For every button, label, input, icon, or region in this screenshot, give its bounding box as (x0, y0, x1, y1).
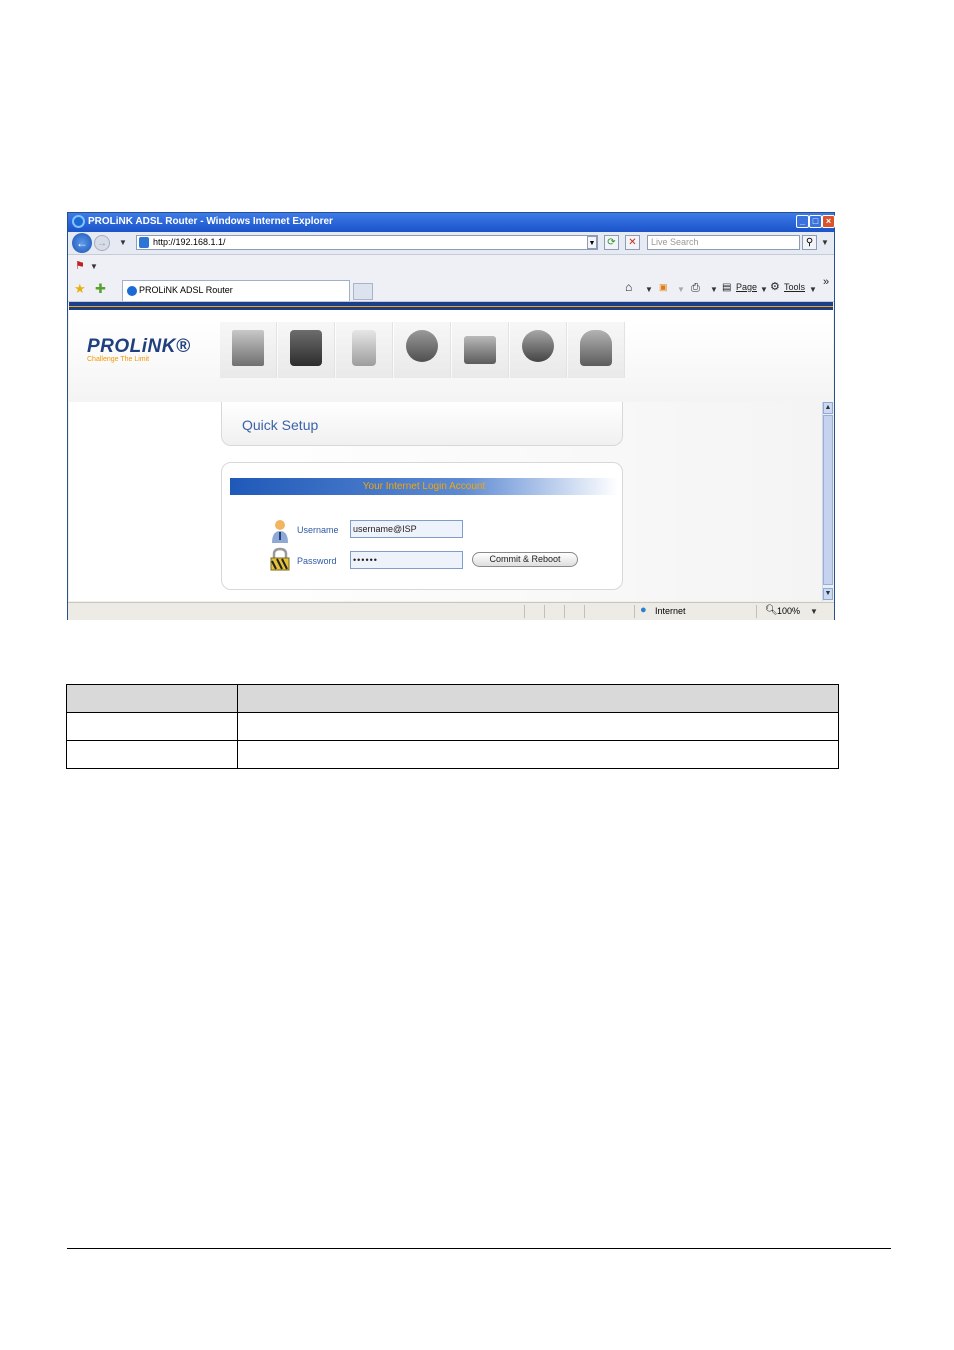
maximize-button[interactable]: □ (809, 215, 822, 228)
user-icon[interactable] (568, 322, 625, 378)
status-divider (756, 605, 757, 618)
status-divider (544, 605, 545, 618)
main-column: Quick Setup Your Internet Login Account … (219, 402, 822, 601)
command-bar: ⚑ ▼ (68, 255, 834, 278)
user-icon (270, 519, 290, 543)
lock-icon (268, 547, 292, 571)
tab-label: PROLiNK ADSL Router (139, 285, 233, 295)
tab-prolink[interactable]: PROLiNK ADSL Router (122, 280, 350, 301)
search-icon[interactable]: ⚲ (802, 235, 817, 250)
table-cell (66, 684, 238, 713)
page-icon (139, 237, 149, 248)
page-content: PROLiNK® Challenge The Limit Quick Setup… (69, 302, 833, 601)
tab-bar: ★ ✚ PROLiNK ADSL Router ⌂ ▼ ▣ ▼ ⎙ ▼ ▤ Pa… (68, 276, 834, 302)
header-stripe (69, 302, 833, 310)
zoom-level[interactable]: 100% (777, 606, 800, 616)
status-bar: ● Internet 🔍︎ 100% ▼ (68, 602, 834, 620)
search-input[interactable]: Live Search (647, 235, 800, 250)
status-divider (524, 605, 525, 618)
prolink-logo: PROLiNK® Challenge The Limit (87, 336, 191, 363)
close-button[interactable]: × (822, 215, 835, 228)
browser-window: PROLiNK ADSL Router - Windows Internet E… (67, 212, 835, 620)
scroll-down-icon[interactable]: ▼ (823, 588, 833, 600)
home-icon[interactable]: ⌂ (625, 280, 632, 294)
address-text: http://192.168.1.1/ (153, 237, 226, 247)
page-menu[interactable]: Page (736, 282, 757, 292)
back-button[interactable]: ← (72, 233, 92, 253)
feeds-dropdown-icon[interactable]: ▼ (677, 285, 685, 294)
zoom-dropdown-icon[interactable]: ▼ (810, 607, 818, 616)
chevron-more-icon[interactable]: » (823, 276, 829, 288)
login-section-header: Your Internet Login Account (230, 478, 618, 495)
table-cell (66, 740, 238, 769)
tools-menu[interactable]: Tools (784, 282, 805, 292)
router-header: PROLiNK® Challenge The Limit (69, 322, 833, 403)
address-dropdown-icon[interactable]: ▼ (587, 236, 597, 249)
security-zone-text: Internet (655, 606, 686, 616)
setup-icon[interactable] (278, 322, 335, 378)
refresh-button[interactable]: ⟳ (604, 235, 619, 250)
login-account-panel: Your Internet Login Account Username use… (221, 462, 623, 590)
status-divider (584, 605, 585, 618)
security-icon[interactable] (452, 322, 509, 378)
footer-rule (67, 1248, 891, 1249)
address-bar[interactable]: http://192.168.1.1/ (136, 235, 598, 250)
ie-logo-icon (72, 215, 85, 228)
print-icon[interactable]: ⎙ (691, 282, 700, 295)
ie-page-icon (127, 286, 137, 296)
history-dropdown-icon[interactable]: ▼ (119, 238, 127, 247)
forward-button[interactable]: → (94, 235, 110, 251)
table-cell (237, 740, 839, 769)
document-table (66, 684, 839, 769)
password-input[interactable]: •••••• (350, 551, 463, 569)
stop-button[interactable]: ✕ (625, 235, 640, 250)
gear-icon: ⚙ (770, 281, 780, 293)
home-dropdown-icon[interactable]: ▼ (645, 285, 653, 294)
table-cell (237, 684, 839, 713)
page-icon: ▤ (722, 282, 732, 293)
wan-icon[interactable] (394, 322, 451, 378)
status-divider (564, 605, 565, 618)
favorites-star-icon[interactable]: ★ (74, 281, 86, 297)
navigation-bar: ← → ▼ http://192.168.1.1/ ▼ ⟳ ✕ Live Sea… (68, 232, 834, 255)
zoom-icon[interactable]: 🔍︎ (765, 605, 778, 616)
status-icon[interactable] (220, 322, 277, 378)
title-bar: PROLiNK ADSL Router - Windows Internet E… (68, 213, 835, 232)
scroll-up-icon[interactable]: ▲ (823, 402, 833, 414)
left-column (69, 402, 219, 601)
username-label: Username (297, 525, 339, 535)
table-cell (66, 712, 238, 741)
table-cell (237, 712, 839, 741)
scroll-thumb[interactable] (823, 415, 833, 585)
table-row (66, 740, 839, 769)
globe-icon: ● (640, 604, 647, 616)
add-favorites-icon[interactable]: ✚ (95, 281, 106, 297)
new-tab-button[interactable] (353, 283, 373, 300)
feeds-icon[interactable]: ▣ (659, 282, 668, 293)
device-icon[interactable] (336, 322, 393, 378)
addon-dropdown-icon[interactable]: ▼ (90, 262, 98, 271)
window-title: PROLiNK ADSL Router - Windows Internet E… (88, 216, 333, 227)
quick-setup-panel: Quick Setup (221, 402, 623, 446)
page-dropdown-icon[interactable]: ▼ (760, 285, 768, 294)
search-options-icon[interactable]: ▼ (821, 238, 829, 247)
table-row (66, 712, 839, 741)
network-icon[interactable] (510, 322, 567, 378)
username-input[interactable]: username@ISP (350, 520, 463, 538)
password-label: Password (297, 556, 337, 566)
print-dropdown-icon[interactable]: ▼ (710, 285, 718, 294)
table-header-row (66, 684, 839, 713)
toolbar-addon-icon[interactable]: ⚑ (75, 259, 85, 272)
page-title: Quick Setup (242, 417, 319, 433)
commit-reboot-button[interactable]: Commit & Reboot (472, 552, 578, 567)
search-placeholder: Live Search (651, 237, 699, 247)
tools-dropdown-icon[interactable]: ▼ (809, 285, 817, 294)
status-divider (634, 605, 635, 618)
minimize-button[interactable]: _ (796, 215, 809, 228)
vertical-scrollbar[interactable]: ▲ ▼ (822, 402, 833, 601)
brand-name: PROLiNK® (87, 336, 191, 357)
